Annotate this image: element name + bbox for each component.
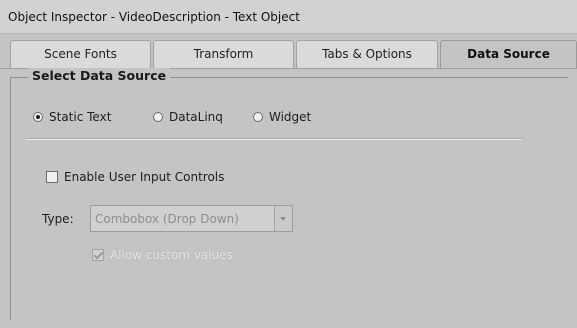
radio-unselected-icon <box>153 112 163 122</box>
allow-custom-values-checkbox[interactable]: Allow custom values <box>92 248 233 262</box>
radio-label: Widget <box>269 110 312 124</box>
type-label: Type: <box>42 212 74 226</box>
radio-static-text[interactable]: Static Text <box>33 110 111 124</box>
radio-datalinq[interactable]: DataLinq <box>153 110 223 124</box>
checkbox-label: Enable User Input Controls <box>64 170 225 184</box>
radio-label: Static Text <box>49 110 112 124</box>
checkbox-unchecked-icon <box>46 171 58 183</box>
tab-label: Transform <box>193 47 254 61</box>
enable-user-input-checkbox[interactable]: Enable User Input Controls <box>46 170 224 184</box>
tab-transform[interactable]: Transform <box>153 40 294 68</box>
tab-label: Tabs & Options <box>322 47 412 61</box>
section-divider <box>26 138 522 140</box>
title-bar: Object Inspector - VideoDescription - Te… <box>0 0 577 34</box>
tab-scene-fonts[interactable]: Scene Fonts <box>10 40 151 68</box>
radio-label: DataLinq <box>169 110 223 124</box>
radio-widget[interactable]: Widget <box>253 110 311 124</box>
checkbox-label: Allow custom values <box>110 248 233 262</box>
checkbox-checked-icon <box>92 249 104 261</box>
tab-label: Data Source <box>467 47 550 61</box>
combobox-dropdown-button[interactable] <box>274 206 292 231</box>
window-title: Object Inspector - VideoDescription - Te… <box>8 10 300 24</box>
group-title: Select Data Source <box>28 68 171 83</box>
tab-label: Scene Fonts <box>44 47 117 61</box>
tab-strip: Scene Fonts Transform Tabs & Options Dat… <box>0 40 577 69</box>
radio-selected-icon <box>33 112 43 122</box>
tab-tabs-options[interactable]: Tabs & Options <box>296 40 438 68</box>
type-combobox[interactable]: Combobox (Drop Down) <box>90 205 293 232</box>
chevron-down-icon <box>280 217 286 221</box>
radio-unselected-icon <box>253 112 263 122</box>
tab-data-source[interactable]: Data Source <box>440 40 577 69</box>
combobox-value: Combobox (Drop Down) <box>95 212 239 226</box>
